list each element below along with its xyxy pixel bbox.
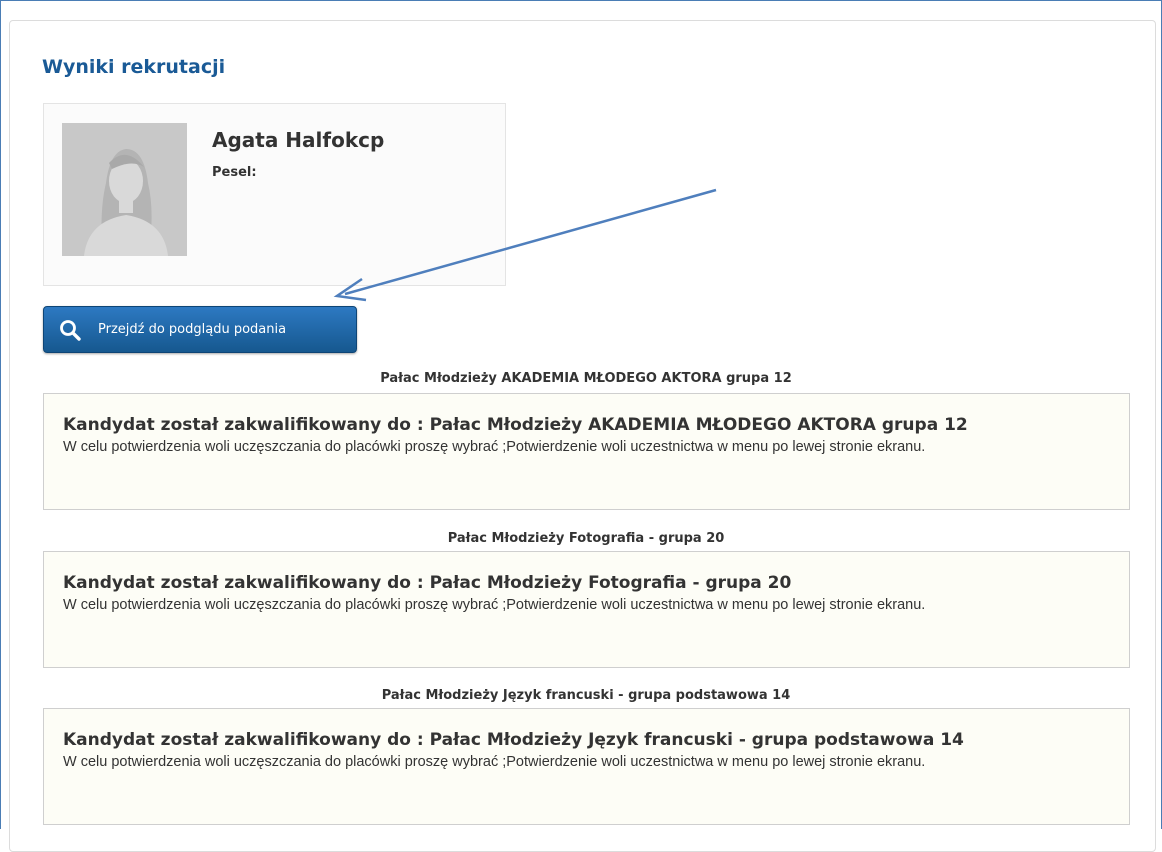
result-box: Kandydat został zakwalifikowany do : Pał… (43, 551, 1130, 668)
profile-name: Agata Halfokcp (212, 128, 385, 152)
profile-card: Agata Halfokcp Pesel: (43, 103, 506, 286)
avatar-placeholder-icon (62, 123, 187, 256)
result-heading: Pałac Młodzieży Fotografia - grupa 20 (447, 531, 725, 546)
page-title: Wyniki rekrutacji (42, 56, 226, 78)
result-title: Kandydat został zakwalifikowany do : Pał… (63, 730, 964, 750)
result-text: W celu potwierdzenia woli uczęszczania d… (63, 754, 926, 770)
result-heading: Pałac Młodzieży Język francuski - grupa … (381, 688, 791, 703)
search-icon (60, 319, 81, 341)
result-text: W celu potwierdzenia woli uczęszczania d… (63, 597, 926, 613)
result-title: Kandydat został zakwalifikowany do : Pał… (63, 573, 792, 593)
pesel-label: Pesel: (212, 165, 257, 180)
result-heading: Pałac Młodzieży AKADEMIA MŁODEGO AKTORA … (380, 371, 792, 386)
result-text: W celu potwierdzenia woli uczęszczania d… (63, 439, 926, 455)
preview-application-button[interactable]: Przejdź do podglądu podania (43, 306, 357, 353)
result-box: Kandydat został zakwalifikowany do : Pał… (43, 393, 1130, 510)
avatar (62, 123, 187, 256)
preview-button-label: Przejdź do podglądu podania (98, 322, 287, 337)
result-box: Kandydat został zakwalifikowany do : Pał… (43, 708, 1130, 825)
result-title: Kandydat został zakwalifikowany do : Pał… (63, 415, 968, 435)
